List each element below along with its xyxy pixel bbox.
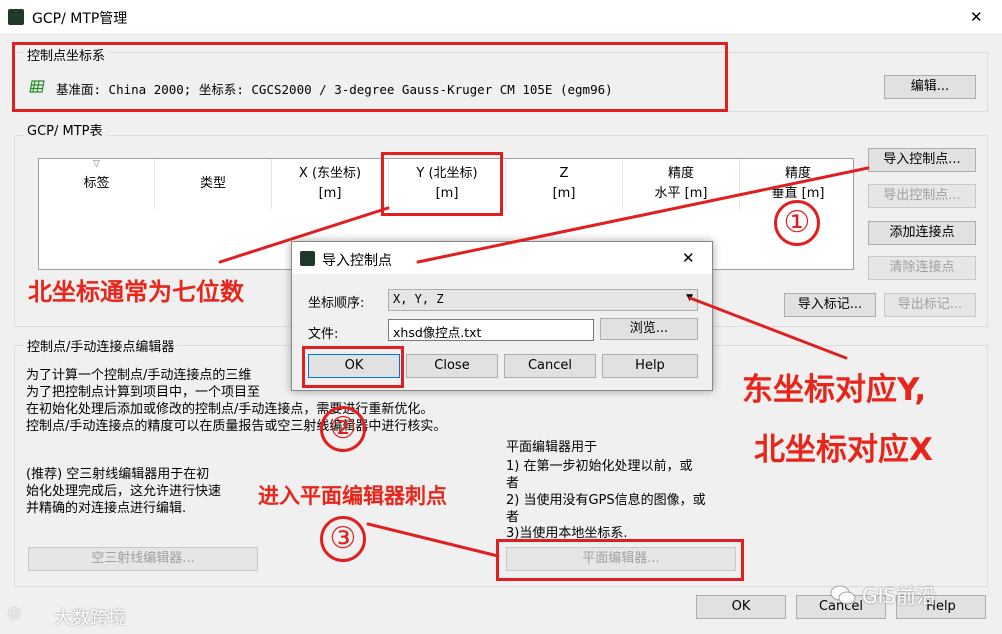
annotation-lines: [218, 166, 870, 558]
north-x-note: 北坐标对应X: [754, 432, 933, 468]
step-1-badge: ①: [774, 200, 820, 246]
step-3-badge: ③: [320, 516, 366, 562]
watermark-left-logo: ⌬: [8, 606, 21, 622]
order-arrow-line: [688, 296, 848, 360]
wechat-icon: [830, 584, 856, 606]
east-y-note: 东坐标对应Y,: [742, 372, 927, 408]
plane-arrow-line: [366, 522, 500, 558]
enter-plane-note: 进入平面编辑器刺点: [258, 484, 447, 508]
north-note-line: [218, 206, 390, 264]
watermark-left: 大数跨境: [54, 608, 126, 629]
step-2-badge: ②: [320, 406, 366, 452]
north-coord-note: 北坐标通常为七位数: [28, 278, 244, 306]
watermark-right: GIS前沿: [862, 584, 937, 608]
